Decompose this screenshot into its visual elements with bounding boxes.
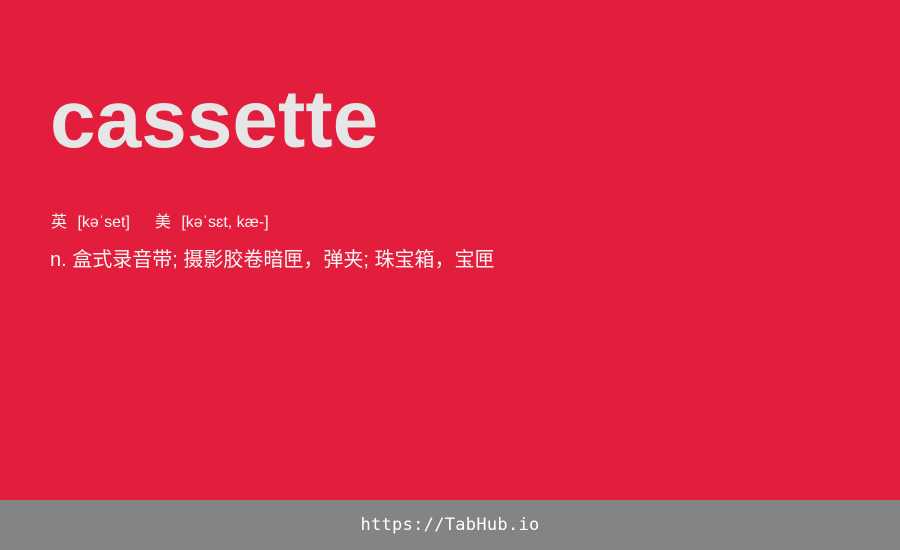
headword: cassette [50,74,379,165]
uk-label: 英 [51,214,68,231]
us-label: 美 [154,214,171,231]
uk-pronunciation: [kəˈset] [77,214,130,231]
us-pronunciation: [kəˈsɛt, kæ-] [181,214,269,231]
footer-url-link[interactable]: https://TabHub.io [360,515,539,535]
definition-text: n. 盒式录音带; 摄影胶卷暗匣，弹夹; 珠宝箱，宝匣 [50,249,495,271]
phonetics-row: 英 [kəˈset] 美 [kəˈsɛt, kæ-] [51,213,269,233]
footer-bar: https://TabHub.io [0,500,900,550]
word-card: cassette 英 [kəˈset] 美 [kəˈsɛt, kæ-] n. 盒… [0,0,900,500]
